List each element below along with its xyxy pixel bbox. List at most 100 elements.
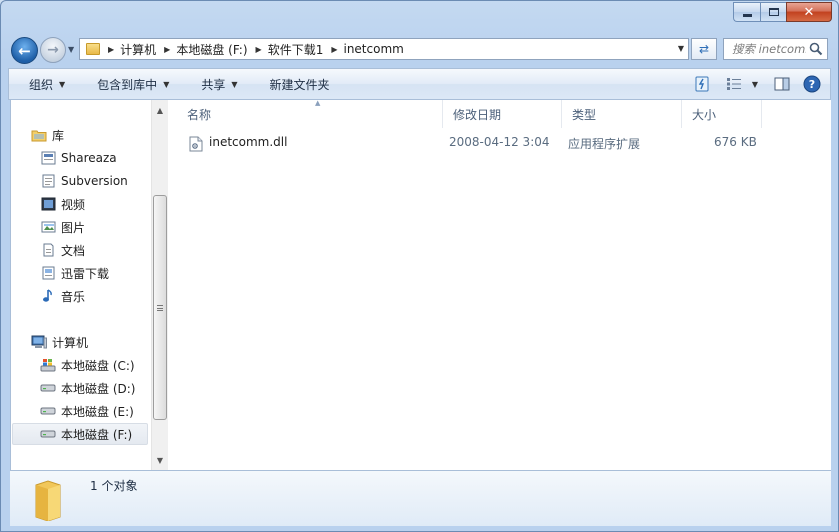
document-library-icon: [40, 242, 56, 258]
window-switch-icon: [695, 76, 709, 92]
organize-button[interactable]: 组织 ▼: [9, 69, 77, 99]
breadcrumb-drive-f[interactable]: 本地磁盘 (F:): [176, 41, 247, 58]
dll-file-icon: [189, 136, 203, 152]
nav-label: Shareaza: [61, 151, 117, 165]
chevron-right-icon[interactable]: ▶: [108, 45, 114, 54]
back-arrow-icon: ←: [18, 41, 31, 60]
nav-item-drive-f[interactable]: 本地磁盘 (F:): [12, 423, 148, 445]
file-modified: 2008-04-12 3:04: [449, 135, 550, 149]
flip-3d-button[interactable]: [690, 73, 714, 95]
nav-item-videos[interactable]: 视频: [40, 194, 85, 214]
file-size: 676 KB: [714, 135, 757, 149]
nav-item-computer[interactable]: 计算机: [31, 332, 88, 352]
nav-label: 音乐: [61, 289, 86, 304]
navigation-row: ← → ▼ ▶ 计算机 ▶ 本地磁盘 (F:) ▶ 软件下载1 ▶ inetco…: [1, 34, 838, 64]
nav-item-shareaza[interactable]: Shareaza: [40, 148, 117, 168]
view-controls: ▼ ?: [684, 69, 824, 99]
file-type: 应用程序扩展: [568, 137, 641, 151]
nav-item-library[interactable]: 库: [31, 125, 64, 145]
nav-label: 本地磁盘 (E:): [61, 404, 134, 419]
minimize-button[interactable]: [733, 2, 760, 22]
breadcrumb-downloads[interactable]: 软件下载1: [268, 41, 324, 58]
view-list-icon: [726, 78, 741, 90]
nav-item-thunder-downloads[interactable]: 迅雷下载: [40, 263, 109, 283]
hard-drive-icon: [40, 426, 56, 442]
refresh-button[interactable]: ⇄: [691, 38, 717, 60]
scroll-up-icon[interactable]: ▲: [152, 102, 168, 119]
nav-item-drive-c[interactable]: 本地磁盘 (C:): [40, 355, 135, 375]
system-drive-icon: [40, 357, 56, 373]
preview-pane-button[interactable]: [770, 73, 794, 95]
nav-label: 本地磁盘 (C:): [61, 358, 135, 373]
nav-item-documents[interactable]: 文档: [40, 240, 85, 260]
video-library-icon: [40, 196, 56, 212]
forward-button[interactable]: →: [40, 37, 66, 63]
chevron-down-icon: ▼: [751, 79, 759, 89]
search-input[interactable]: 搜索 inetcomm: [723, 38, 828, 60]
column-header-size[interactable]: 大小: [682, 100, 762, 128]
folder-icon: [86, 43, 100, 55]
scrollbar-thumb[interactable]: [153, 195, 167, 420]
download-library-icon: [40, 265, 56, 281]
help-button[interactable]: ?: [800, 73, 824, 95]
chevron-right-icon[interactable]: ▶: [164, 45, 170, 54]
maximize-button[interactable]: [760, 2, 786, 22]
nav-label: 库: [52, 128, 65, 143]
nav-label: 计算机: [52, 335, 89, 350]
organize-label: 组织: [29, 77, 54, 92]
address-dropdown-icon[interactable]: ▼: [678, 44, 684, 53]
explorer-window: ✕ ← → ▼ ▶ 计算机 ▶ 本地磁盘 (F:) ▶ 软件下载1 ▶ inet…: [0, 0, 839, 532]
nav-label: 图片: [61, 220, 86, 235]
scroll-down-icon[interactable]: ▼: [152, 452, 168, 469]
chevron-right-icon[interactable]: ▶: [256, 45, 262, 54]
nav-label: Subversion: [61, 174, 128, 188]
new-folder-button[interactable]: 新建文件夹: [250, 69, 342, 99]
column-header-name[interactable]: 名称: [177, 100, 443, 128]
breadcrumb-inetcomm[interactable]: inetcomm: [343, 42, 403, 56]
chevron-down-icon: ▼: [231, 79, 238, 89]
command-bar: 组织 ▼ 包含到库中 ▼ 共享 ▼ 新建文件夹 ▼ ?: [8, 68, 831, 100]
column-header-modified[interactable]: 修改日期: [443, 100, 562, 128]
table-row[interactable]: inetcomm.dll 2008-04-12 3:04 应用程序扩展 676 …: [169, 132, 831, 154]
share-label: 共享: [201, 77, 226, 92]
forward-arrow-icon: →: [47, 42, 59, 58]
shareaza-library-icon: [40, 150, 56, 166]
help-icon: ?: [803, 75, 821, 93]
chevron-down-icon: ▼: [59, 79, 66, 89]
nav-label: 本地磁盘 (D:): [61, 381, 136, 396]
nav-label: 迅雷下载: [61, 266, 110, 281]
content-area: 库 Shareaza Subversion 视频 图片 文档 迅雷下载 音乐 计…: [10, 99, 831, 470]
picture-library-icon: [40, 219, 56, 235]
column-header-type[interactable]: 类型: [562, 100, 682, 128]
hard-drive-icon: [40, 380, 56, 396]
library-folder-icon: [31, 127, 47, 143]
breadcrumb-computer[interactable]: 计算机: [120, 41, 156, 58]
back-button[interactable]: ←: [11, 37, 38, 64]
search-icon[interactable]: [809, 42, 823, 56]
file-name: inetcomm.dll: [209, 135, 288, 149]
minimize-icon: [742, 14, 752, 17]
navigation-scrollbar[interactable]: ▲ ▼: [151, 100, 168, 470]
address-bar[interactable]: ▶ 计算机 ▶ 本地磁盘 (F:) ▶ 软件下载1 ▶ inetcomm ▼: [79, 38, 689, 60]
include-in-library-button[interactable]: 包含到库中 ▼: [77, 69, 181, 99]
nav-item-subversion[interactable]: Subversion: [40, 171, 128, 191]
recent-pages-dropdown-icon[interactable]: ▼: [68, 45, 74, 54]
nav-item-music[interactable]: 音乐: [40, 286, 85, 306]
nav-label: 文档: [61, 243, 86, 258]
change-view-button[interactable]: ▼: [720, 73, 764, 95]
nav-item-pictures[interactable]: 图片: [40, 217, 85, 237]
include-library-label: 包含到库中: [97, 77, 158, 92]
nav-item-drive-d[interactable]: 本地磁盘 (D:): [40, 378, 135, 398]
details-pane: 1 个对象: [10, 470, 831, 526]
folder-icon: [35, 480, 61, 521]
chevron-right-icon[interactable]: ▶: [331, 45, 337, 54]
close-button[interactable]: ✕: [786, 2, 832, 22]
share-button[interactable]: 共享 ▼: [181, 69, 249, 99]
computer-icon: [31, 334, 47, 350]
refresh-icon: ⇄: [698, 42, 710, 56]
svg-text:?: ?: [809, 78, 815, 91]
nav-label: 本地磁盘 (F:): [61, 427, 133, 442]
nav-item-drive-e[interactable]: 本地磁盘 (E:): [40, 401, 134, 421]
file-list-pane: ▲ 名称 修改日期 类型 大小 inetcomm.dll 2008-04-12 …: [169, 99, 831, 470]
preview-pane-icon: [774, 77, 790, 91]
